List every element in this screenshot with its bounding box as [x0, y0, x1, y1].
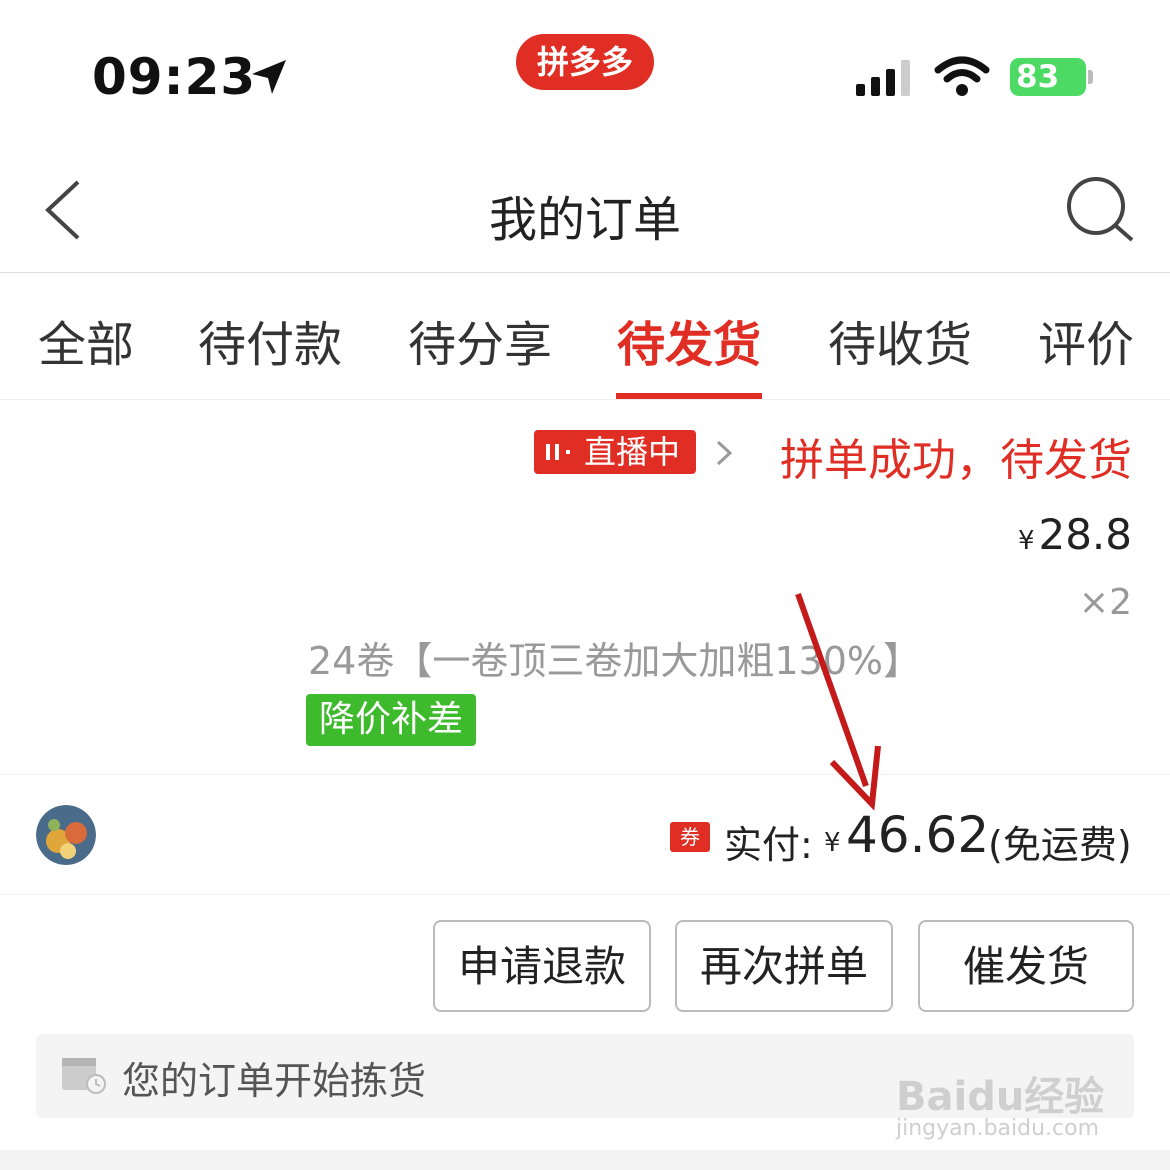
price-protection-tag: 降价补差 — [306, 694, 476, 746]
shop-avatar-image — [36, 805, 96, 865]
cellular-signal-icon — [856, 60, 910, 96]
search-icon[interactable] — [1064, 174, 1136, 246]
price-value: 28.8 — [1038, 510, 1132, 559]
shipping-note: (免运费) — [988, 823, 1132, 867]
divider — [0, 774, 1170, 775]
watermark-sub: jingyan.baidu.com — [896, 1116, 1100, 1141]
live-badge[interactable]: 直播中 — [534, 430, 696, 474]
watermark-main: Baidu经验 — [896, 1074, 1105, 1120]
order-status: 拼单成功，待发货 — [780, 435, 1132, 486]
paid-currency: ¥ — [824, 828, 841, 858]
battery-indicator: 83 — [1010, 58, 1086, 96]
tab-pending-share[interactable]: 待分享 — [408, 305, 552, 375]
package-clock-icon — [62, 1058, 106, 1094]
tab-pending-shipment[interactable]: 待发货 — [617, 305, 761, 375]
coupon-icon: 券 — [670, 822, 710, 852]
live-bars-icon — [546, 444, 570, 460]
pinduoduo-logo: 拼多多 — [516, 34, 654, 90]
paid-amount: 46.62 — [846, 806, 990, 864]
urge-shipment-button[interactable]: 催发货 — [918, 920, 1134, 1012]
location-arrow-icon — [252, 60, 286, 94]
live-badge-label: 直播中 — [584, 433, 681, 471]
chevron-right-icon[interactable] — [714, 438, 734, 468]
wifi-icon — [934, 56, 990, 96]
status-bar: 09:23 拼多多 83 — [0, 0, 1170, 140]
page-title: 我的订单 — [488, 192, 681, 248]
order-tabs: 全部 待付款 待分享 待发货 待收货 评价 — [0, 273, 1170, 400]
item-price: ¥28.8 — [1018, 510, 1132, 559]
logistics-text: 您的订单开始拣货 — [122, 1059, 427, 1103]
navigation-bar: 我的订单 — [0, 150, 1170, 273]
tab-pending-receipt[interactable]: 待收货 — [828, 305, 972, 375]
price-currency: ¥ — [1017, 526, 1035, 556]
reorder-button[interactable]: 再次拼单 — [675, 920, 893, 1012]
status-time: 09:23 — [92, 48, 257, 106]
battery-cap — [1088, 70, 1093, 84]
baidu-watermark: Baidu经验 jingyan.baidu.com — [896, 1038, 1136, 1158]
item-quantity: ×2 — [1078, 582, 1132, 623]
refund-button[interactable]: 申请退款 — [433, 920, 651, 1012]
divider — [0, 894, 1170, 895]
paid-label: 实付: — [724, 823, 813, 867]
annotation-arrow-icon — [795, 592, 881, 810]
shop-avatar[interactable] — [36, 805, 96, 865]
active-tab-indicator — [616, 393, 762, 399]
tab-review[interactable]: 评价 — [1038, 305, 1134, 375]
tab-all[interactable]: 全部 — [38, 305, 134, 375]
tab-pending-payment[interactable]: 待付款 — [198, 305, 342, 375]
